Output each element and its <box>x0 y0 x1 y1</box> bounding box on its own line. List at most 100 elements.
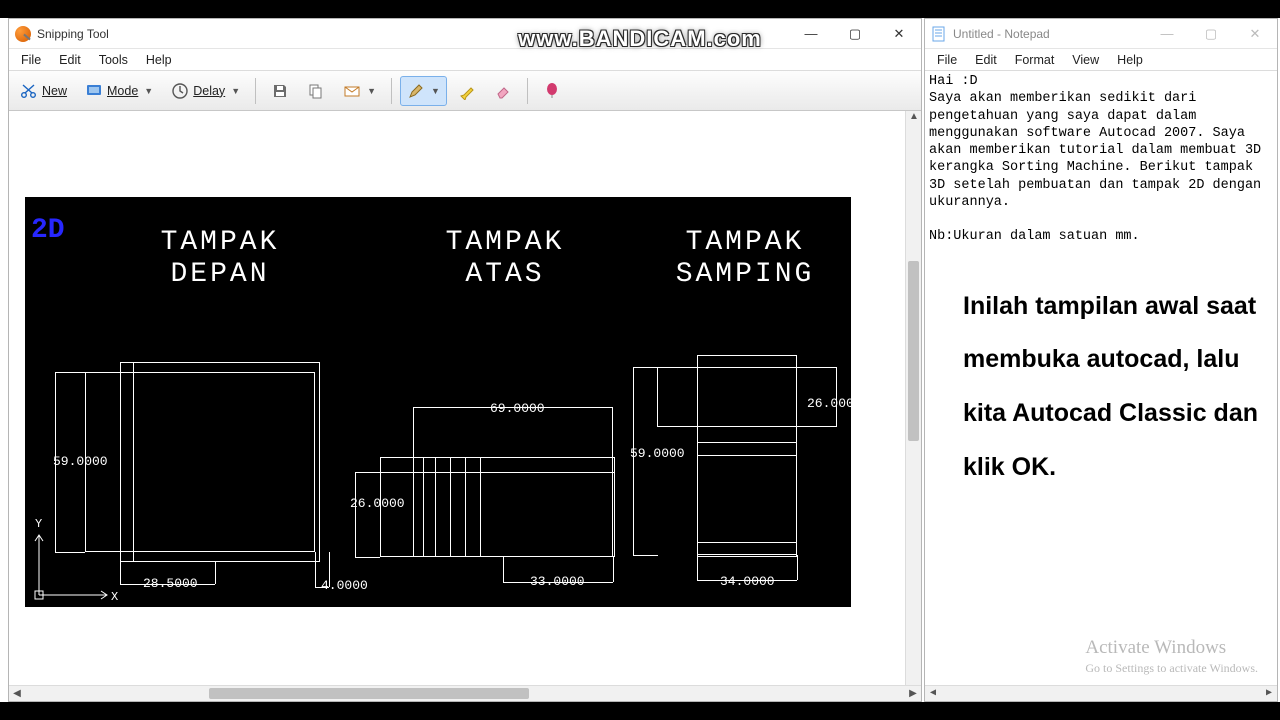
minimize-button[interactable]: — <box>1145 19 1189 49</box>
cad-line <box>480 457 481 557</box>
cad-line <box>380 472 615 473</box>
notepad-text-area[interactable]: Hai :D Saya akan memberikan sedikit dari… <box>925 71 1277 701</box>
overlay-instruction-text: Inilah tampilan awal saat membuka autoca… <box>929 280 1273 495</box>
cad-line <box>423 457 424 557</box>
chevron-down-icon: ▼ <box>367 86 376 96</box>
dim-26-samping: 26.0000 <box>807 397 862 410</box>
menu-file[interactable]: File <box>931 51 963 69</box>
scroll-thumb[interactable] <box>209 688 529 699</box>
cad-line <box>465 457 466 557</box>
horizontal-scrollbar[interactable]: ◀ ▶ <box>9 685 921 701</box>
scroll-up-icon[interactable]: ▲ <box>906 111 921 127</box>
cad-line <box>633 367 658 368</box>
snip-title-text: Snipping Tool <box>37 27 109 41</box>
cad-line <box>355 472 380 473</box>
cad-line <box>697 455 797 456</box>
toolbar-separator <box>527 78 528 104</box>
menu-edit[interactable]: Edit <box>969 51 1003 69</box>
menu-help[interactable]: Help <box>1111 51 1149 69</box>
scroll-thumb[interactable] <box>908 261 919 441</box>
send-button[interactable]: ▼ <box>336 76 383 106</box>
notepad-title-text: Untitled - Notepad <box>953 27 1050 41</box>
cad-line <box>797 555 798 580</box>
dim-33: 33.0000 <box>530 575 585 588</box>
save-button[interactable] <box>264 76 296 106</box>
maximize-button[interactable]: ▢ <box>1189 19 1233 49</box>
snip-content-area: 2D TAMPAK DEPAN TAMPAK ATAS TAMPAK SAMPI… <box>9 111 921 701</box>
notepad-body-text: Hai :D Saya akan memberikan sedikit dari… <box>929 73 1273 246</box>
menu-format[interactable]: Format <box>1009 51 1061 69</box>
new-button[interactable]: New <box>13 76 74 106</box>
copy-icon <box>307 82 325 100</box>
dim-34: 34.0000 <box>720 575 775 588</box>
cad-line <box>55 372 85 373</box>
mode-label: Mode <box>107 84 138 98</box>
highlighter-button[interactable] <box>451 76 483 106</box>
toolbar-separator <box>391 78 392 104</box>
balloon-icon <box>543 82 561 100</box>
floppy-icon <box>271 82 289 100</box>
cad-line <box>503 557 504 582</box>
scroll-left-icon[interactable]: ◀ <box>9 686 25 701</box>
menu-tools[interactable]: Tools <box>93 51 134 69</box>
autocad-screenshot: 2D TAMPAK DEPAN TAMPAK ATAS TAMPAK SAMPI… <box>25 197 851 607</box>
pen-button[interactable]: ▼ <box>400 76 447 106</box>
notepad-menubar: File Edit Format View Help <box>925 49 1277 71</box>
menu-help[interactable]: Help <box>140 51 178 69</box>
activate-subtitle: Go to Settings to activate Windows. <box>1085 661 1258 676</box>
clock-icon <box>171 82 189 100</box>
snipping-tool-icon <box>15 26 31 42</box>
dim-4: 4.0000 <box>321 579 368 592</box>
menu-edit[interactable]: Edit <box>53 51 87 69</box>
new-label: New <box>42 84 67 98</box>
cad-corner-label: 2D <box>31 217 65 245</box>
cad-line <box>315 552 316 587</box>
notepad-titlebar[interactable]: Untitled - Notepad — ▢ ✕ <box>925 19 1277 49</box>
notepad-icon <box>931 26 947 42</box>
scroll-left-icon[interactable]: ◀ <box>925 686 941 701</box>
activate-title: Activate Windows <box>1085 637 1258 659</box>
snip-menubar: File Edit Tools Help <box>9 49 921 71</box>
cad-line <box>697 555 698 580</box>
cad-line <box>435 457 436 557</box>
menu-file[interactable]: File <box>15 51 47 69</box>
view-label-samping: TAMPAK SAMPING <box>645 227 845 291</box>
notepad-window: Untitled - Notepad — ▢ ✕ File Edit Forma… <box>924 18 1278 702</box>
menu-view[interactable]: View <box>1066 51 1105 69</box>
highlighter-icon <box>458 82 476 100</box>
balloon-button[interactable] <box>536 76 568 106</box>
cad-line <box>355 472 356 557</box>
delay-label: Delay <box>193 84 225 98</box>
scroll-right-icon[interactable]: ▶ <box>905 686 921 701</box>
view-label-depan: TAMPAK DEPAN <box>120 227 320 291</box>
cad-line <box>613 557 614 582</box>
cad-line <box>697 542 797 557</box>
cad-line <box>697 442 797 443</box>
snipping-tool-window: Snipping Tool — ▢ ✕ File Edit Tools Help… <box>8 18 922 702</box>
close-button[interactable]: ✕ <box>1233 19 1277 49</box>
dim-26-atas: 26.0000 <box>350 497 405 510</box>
snip-toolbar: New Mode ▼ Delay ▼ <box>9 71 921 111</box>
scissors-icon <box>20 82 38 100</box>
cad-line <box>450 457 451 557</box>
close-button[interactable]: ✕ <box>877 19 921 49</box>
cad-line <box>633 555 658 556</box>
cad-line <box>133 362 134 562</box>
vertical-scrollbar[interactable]: ▲ ▼ <box>905 111 921 701</box>
maximize-button[interactable]: ▢ <box>833 19 877 49</box>
scroll-right-icon[interactable]: ▶ <box>1261 686 1277 701</box>
cad-line <box>120 362 320 562</box>
eraser-icon <box>494 82 512 100</box>
delay-button[interactable]: Delay ▼ <box>164 76 247 106</box>
cad-line <box>120 562 121 584</box>
eraser-button[interactable] <box>487 76 519 106</box>
chevron-down-icon: ▼ <box>431 86 440 96</box>
copy-button[interactable] <box>300 76 332 106</box>
mode-button[interactable]: Mode ▼ <box>78 76 160 106</box>
activate-windows-watermark: Activate Windows Go to Settings to activ… <box>1085 637 1258 676</box>
horizontal-scrollbar[interactable]: ◀ ▶ <box>925 685 1277 701</box>
minimize-button[interactable]: — <box>789 19 833 49</box>
snip-titlebar[interactable]: Snipping Tool — ▢ ✕ <box>9 19 921 49</box>
cad-line <box>633 367 634 555</box>
chevron-down-icon: ▼ <box>231 86 240 96</box>
